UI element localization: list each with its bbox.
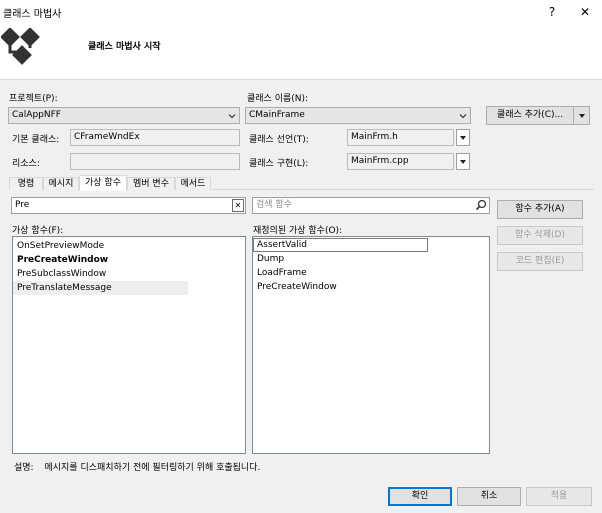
apply-button[interactable]: 적용 xyxy=(526,487,592,506)
clear-filter-icon[interactable]: ✕ xyxy=(232,199,244,212)
cancel-button[interactable]: 취소 xyxy=(457,487,521,506)
chevron-down-icon xyxy=(459,114,467,119)
class-impl-dropdown[interactable] xyxy=(456,153,470,170)
description-label: 설명: xyxy=(14,463,34,473)
project-label: 프로젝트(P): xyxy=(9,94,58,104)
edit-code-button[interactable]: 코드 편집(E) xyxy=(497,252,583,271)
list-item[interactable]: PreTranslateMessage xyxy=(13,281,188,295)
tab-messages[interactable]: 메시지 xyxy=(43,177,79,190)
virtual-functions-label: 가상 함수(F): xyxy=(12,226,64,236)
virtual-functions-list[interactable]: OnSetPreviewMode PreCreateWindow PreSubc… xyxy=(12,236,246,454)
search-placeholder: 검색 함수 xyxy=(256,200,292,210)
list-item[interactable]: AssertValid xyxy=(253,238,428,252)
search-input[interactable]: 검색 함수 xyxy=(252,197,490,214)
add-class-button[interactable]: 클래스 추가(C)... xyxy=(486,106,574,125)
window-title: 클래스 마법사 xyxy=(3,9,62,20)
add-class-split-button[interactable] xyxy=(573,106,590,125)
filter-value: Pre xyxy=(15,200,30,210)
class-name-value: CMainFrame xyxy=(249,110,305,120)
class-name-combo[interactable]: CMainFrame xyxy=(245,107,471,124)
filter-input[interactable]: Pre xyxy=(11,197,246,214)
add-function-button[interactable]: 함수 추가(A) xyxy=(497,200,583,219)
base-class-label: 기본 클래스: xyxy=(12,135,60,145)
close-button[interactable]: ✕ xyxy=(576,3,594,21)
description-text: 메시지를 디스패치하기 전에 필터링하기 위해 호출됩니다. xyxy=(44,463,261,473)
class-decl-dropdown[interactable] xyxy=(456,129,470,146)
chevron-down-icon xyxy=(228,114,236,119)
overridden-functions-list[interactable]: AssertValid Dump LoadFrame PreCreateWind… xyxy=(252,236,490,454)
ok-button[interactable]: 확인 xyxy=(388,487,452,506)
class-name-label: 클래스 이름(N): xyxy=(247,94,309,104)
base-class-field: CFrameWndEx xyxy=(70,129,240,146)
overridden-functions-label: 재정의된 가상 함수(O): xyxy=(253,226,343,236)
list-item[interactable]: PreCreateWindow xyxy=(253,280,489,294)
description-line: 설명: 메시지를 디스패치하기 전에 필터링하기 위해 호출됩니다. xyxy=(14,460,260,473)
class-decl-label: 클래스 선언(T): xyxy=(249,135,309,145)
wizard-header xyxy=(0,24,602,80)
list-item[interactable]: OnSetPreviewMode xyxy=(13,239,245,253)
class-decl-field: MainFrm.h xyxy=(347,129,454,146)
list-item[interactable]: Dump xyxy=(253,252,489,266)
class-impl-label: 클래스 구현(L): xyxy=(249,159,309,169)
list-item[interactable]: PreCreateWindow xyxy=(13,253,245,267)
resource-field xyxy=(70,153,240,170)
dropdown-arrow-icon xyxy=(460,160,466,164)
tab-methods[interactable]: 메서드 xyxy=(175,177,211,190)
search-icon[interactable] xyxy=(475,199,487,211)
title-bar xyxy=(0,0,602,24)
class-wizard-logo-icon xyxy=(1,28,40,65)
list-item[interactable]: PreSubclassWindow xyxy=(13,267,245,281)
tab-member-variables[interactable]: 멤버 변수 xyxy=(127,177,175,190)
dropdown-arrow-icon xyxy=(579,114,585,118)
dropdown-arrow-icon xyxy=(460,136,466,140)
project-combo[interactable]: CalAppNFF xyxy=(8,107,240,124)
tab-commands[interactable]: 명령 xyxy=(9,177,43,190)
class-impl-field: MainFrm.cpp xyxy=(347,153,454,170)
delete-function-button[interactable]: 함수 삭제(D) xyxy=(497,226,583,245)
resource-label: 리소스: xyxy=(12,159,40,169)
project-value: CalAppNFF xyxy=(12,110,61,120)
help-button[interactable]: ? xyxy=(543,3,561,21)
wizard-title: 클래스 마법사 시작 xyxy=(88,42,161,52)
tab-virtual-functions[interactable]: 가상 함수 xyxy=(79,175,127,191)
list-item[interactable]: LoadFrame xyxy=(253,266,489,280)
